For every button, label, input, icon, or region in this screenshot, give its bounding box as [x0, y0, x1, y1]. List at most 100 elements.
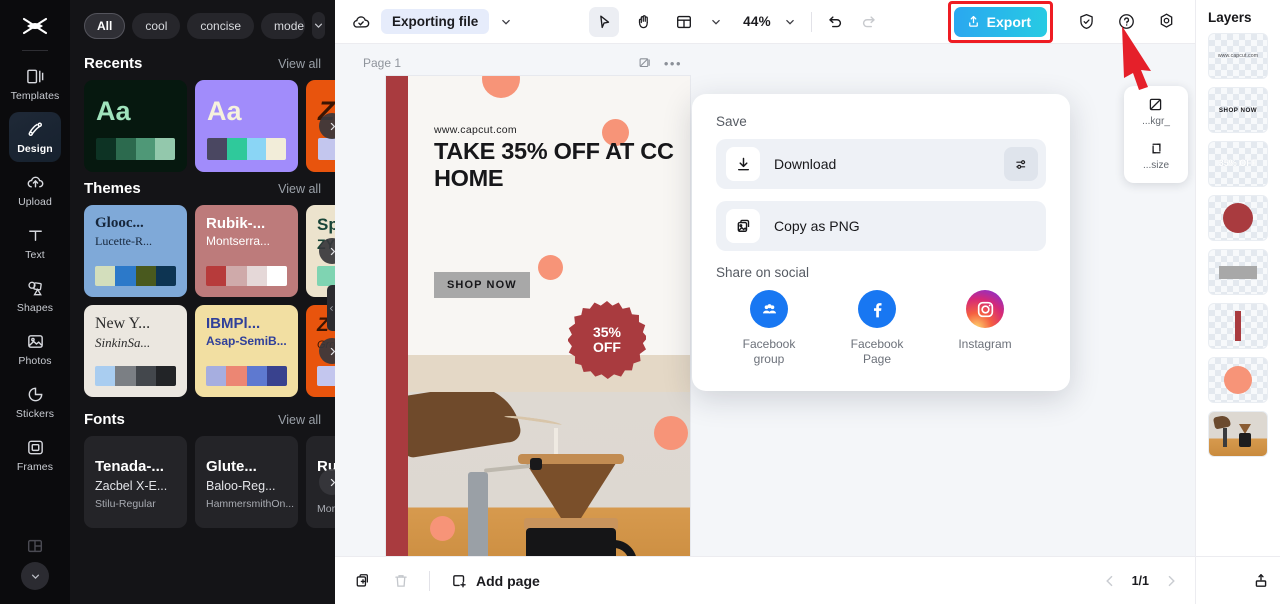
chevron-down-icon[interactable] [311, 12, 325, 39]
sidebar-item-design[interactable]: Design [9, 112, 61, 162]
layers-footer [1196, 556, 1280, 604]
sidebar-item-upload[interactable]: Upload [9, 165, 61, 215]
canvas-area[interactable]: Page 1 ••• www.capcut.com TAKE 35% OFF A… [335, 44, 1195, 556]
theme-title: New Y... [95, 315, 151, 332]
layer-badge-shape[interactable] [1208, 195, 1268, 241]
cursor-select-icon[interactable] [589, 6, 620, 37]
font-card[interactable]: Glute... Baloo-Reg... HammersmithOn... [195, 436, 298, 528]
zoom-level-value: 44% [743, 14, 771, 29]
view-all-fonts[interactable]: View all [278, 413, 321, 427]
layer-coffee-photo[interactable] [1208, 411, 1268, 457]
layer-url-text[interactable]: www.capcut.com [1208, 33, 1268, 79]
view-all-themes[interactable]: View all [278, 182, 321, 196]
filter-chip-cool[interactable]: cool [132, 12, 181, 39]
shop-now-cta-layer[interactable]: SHOP NOW [434, 272, 530, 298]
image-placeholder-icon[interactable] [638, 56, 652, 70]
filter-chip-concise[interactable]: concise [187, 12, 255, 39]
theme-card[interactable]: Glooc... Lucette-R... [84, 205, 187, 297]
swatch-strip [96, 138, 175, 160]
layout-grid-icon[interactable] [669, 7, 699, 37]
font-card[interactable]: Tenada-... Zacbel X-E... Stilu-Regular [84, 436, 187, 528]
facebook-icon [858, 290, 896, 328]
collapse-panel-icon[interactable] [327, 285, 335, 331]
theme-card[interactable]: IBMPl... Asap-SemiB... [195, 305, 298, 397]
chevron-right-icon[interactable] [1163, 573, 1179, 589]
layer-red-stripe[interactable] [1208, 303, 1268, 349]
view-all-recents[interactable]: View all [278, 57, 321, 71]
layer-shop-now[interactable]: SHOP NOW [1208, 87, 1268, 133]
red-stripe-layer[interactable] [386, 76, 408, 556]
recent-card[interactable]: Aa [195, 80, 298, 172]
download-label: Download [774, 156, 837, 172]
page-navigation: 1/1 [1102, 573, 1179, 589]
file-menu-chevron-down-icon[interactable] [499, 15, 513, 29]
sidebar-item-text[interactable]: Text [9, 218, 61, 268]
peach-circle-bottom-left[interactable] [430, 516, 455, 541]
share-facebook-page[interactable]: Facebook Page [840, 290, 914, 367]
sidebar-item-frames[interactable]: Frames [9, 430, 61, 480]
share-facebook-group[interactable]: Facebook group [732, 290, 806, 367]
sidebar-item-photos[interactable]: Photos [9, 324, 61, 374]
upload-cloud-icon [25, 173, 45, 193]
redo-icon[interactable] [860, 13, 878, 31]
layer-thumb-label: SHOP NOW [1218, 106, 1258, 114]
trash-icon[interactable] [387, 567, 415, 595]
add-page-button[interactable]: Add page [450, 572, 540, 590]
badge-thumb-shape [1223, 203, 1253, 233]
layout-chevron-down-icon[interactable] [709, 15, 723, 29]
page-count-label: 1/1 [1131, 573, 1149, 588]
rail-expand-button[interactable] [21, 562, 49, 590]
help-circle-icon[interactable] [1111, 7, 1141, 37]
recent-card[interactable]: Aa [84, 80, 187, 172]
duplicate-page-icon[interactable] [349, 567, 377, 595]
zoom-chevron-down-icon[interactable] [783, 15, 797, 29]
undo-icon[interactable] [826, 13, 844, 31]
design-templates-panel: All cool concise modern Recents View all… [70, 0, 335, 604]
stripe-thumb-shape [1235, 311, 1241, 341]
file-status-pill[interactable]: Exporting file [381, 9, 490, 34]
badge-line-2: OFF [592, 339, 621, 355]
swatch-strip [207, 138, 286, 160]
resize-icon [1148, 140, 1165, 157]
more-horizontal-icon[interactable]: ••• [664, 57, 682, 70]
photos-icon [25, 332, 45, 352]
peach-circle-middle[interactable] [538, 255, 563, 280]
export-button-wrapper: Export [947, 0, 1054, 43]
theme-card[interactable]: New Y... SinkinSa... [84, 305, 187, 397]
sliders-icon[interactable] [1004, 147, 1038, 181]
shield-check-icon[interactable] [1071, 7, 1101, 37]
resize-tool[interactable]: ...size [1143, 140, 1169, 171]
add-page-label: Add page [476, 572, 540, 589]
copy-as-png-option[interactable]: Copy as PNG [716, 201, 1046, 251]
sidebar-item-stickers[interactable]: Stickers [9, 377, 61, 427]
discount-badge-layer[interactable]: 35% OFF [568, 301, 646, 379]
chevron-left-icon[interactable] [1102, 573, 1118, 589]
font-name-2: Baloo-Reg... [206, 479, 276, 494]
sidebar-label: Design [17, 142, 53, 155]
settings-gear-icon[interactable] [1151, 7, 1181, 37]
capcut-logo-icon [15, 10, 55, 44]
filter-chip-modern[interactable]: modern [261, 12, 305, 39]
share-section-heading: Share on social [716, 265, 810, 280]
design-artboard[interactable]: www.capcut.com TAKE 35% OFF AT CC HOME S… [386, 76, 690, 556]
headline-text-layer[interactable]: TAKE 35% OFF AT CC HOME [434, 138, 674, 193]
export-button[interactable]: Export [953, 6, 1048, 37]
url-text-layer[interactable]: www.capcut.com [434, 124, 517, 136]
sidebar-label: Templates [10, 89, 60, 102]
export-page-icon[interactable] [1252, 572, 1270, 590]
sidebar-item-templates[interactable]: Templates [9, 59, 61, 109]
peach-circle-right[interactable] [654, 416, 688, 450]
sidebar-item-shapes[interactable]: Shapes [9, 271, 61, 321]
background-tool[interactable]: ...kgr_ [1142, 96, 1170, 127]
download-option[interactable]: Download [716, 139, 1046, 189]
share-instagram[interactable]: Instagram [948, 290, 1022, 367]
theme-subtitle: Montserra... [206, 233, 271, 248]
add-page-icon [450, 572, 468, 590]
layer-discount-text[interactable]: 35% OFF [1208, 141, 1268, 187]
layer-thumb-label: www.capcut.com [1217, 53, 1259, 59]
hand-pan-icon[interactable] [629, 7, 659, 37]
layer-gray-bar[interactable] [1208, 249, 1268, 295]
theme-card[interactable]: Rubik-... Montserra... [195, 205, 298, 297]
layer-peach-circle[interactable] [1208, 357, 1268, 403]
filter-chip-all[interactable]: All [84, 12, 126, 39]
